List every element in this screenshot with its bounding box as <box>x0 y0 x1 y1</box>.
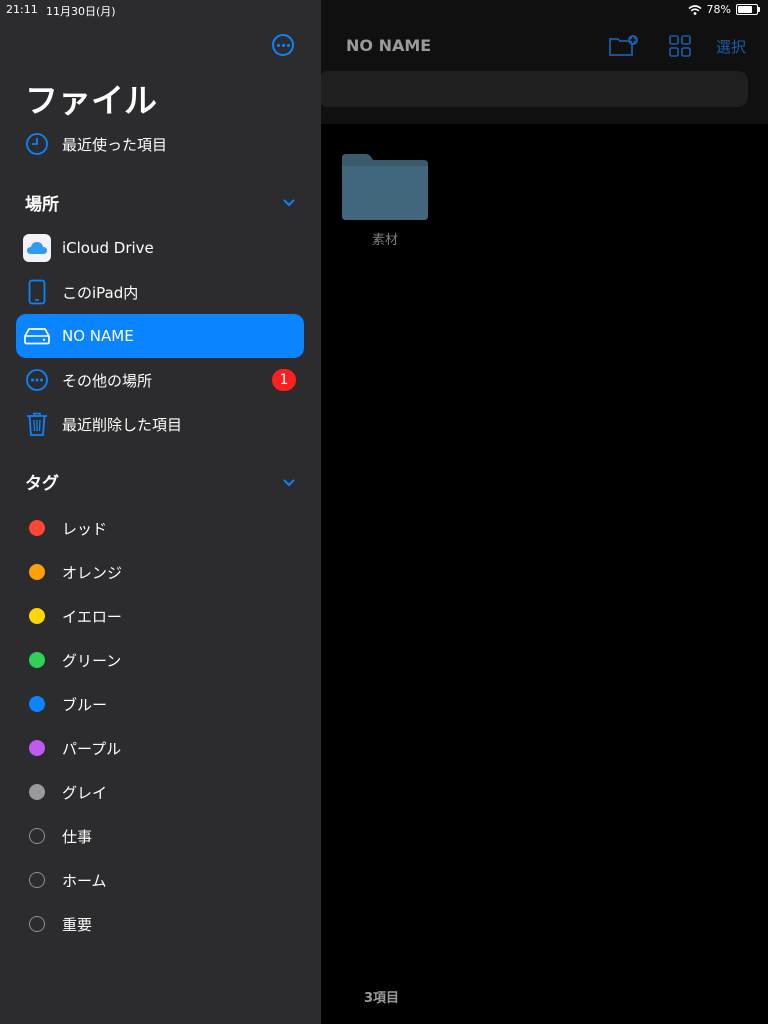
sidebar-item-label: 仕事 <box>62 827 93 846</box>
section-header-tags: タグ <box>25 474 59 494</box>
page-title: NO NAME <box>346 36 432 55</box>
wifi-icon <box>688 4 702 15</box>
sidebar-item-tag[interactable]: ホーム <box>16 858 304 902</box>
sidebar-item-label: ホーム <box>62 871 107 890</box>
icloud-icon <box>22 233 52 263</box>
sidebar-item-label: 重要 <box>62 915 93 934</box>
tag-dot-icon <box>22 909 52 939</box>
sidebar-item-label: オレンジ <box>62 563 123 582</box>
sidebar-item-label: 最近削除した項目 <box>62 415 183 434</box>
grid-view-icon[interactable] <box>669 35 691 57</box>
tag-dot-icon <box>22 513 52 543</box>
tag-dot-icon <box>22 777 52 807</box>
sidebar-item-other-locations[interactable]: その他の場所 1 <box>16 358 304 402</box>
sidebar-item-tag[interactable]: グレイ <box>16 770 304 814</box>
sidebar-item-icloud-drive[interactable]: iCloud Drive <box>16 226 304 270</box>
tag-dot-icon <box>22 601 52 631</box>
drive-icon <box>22 321 52 351</box>
section-header-locations: 場所 <box>25 195 59 215</box>
status-bar: 21:11 11月30日(月) 78% <box>0 0 768 20</box>
sidebar-item-tag[interactable]: 重要 <box>16 902 304 946</box>
sidebar-item-label: NO NAME <box>62 327 134 345</box>
battery-icon <box>736 4 760 15</box>
more-locations-icon <box>22 365 52 395</box>
sidebar-item-tag[interactable]: レッド <box>16 506 304 550</box>
status-time: 21:11 <box>6 3 38 16</box>
trash-icon <box>22 409 52 439</box>
tag-dot-icon <box>22 733 52 763</box>
battery-percent: 78% <box>706 3 731 16</box>
sidebar-item-tag[interactable]: パープル <box>16 726 304 770</box>
item-count: 3項目 <box>364 991 400 1006</box>
sidebar-item-tag[interactable]: イエロー <box>16 594 304 638</box>
sidebar-item-label: レッド <box>62 519 108 538</box>
tag-dot-icon <box>22 865 52 895</box>
tag-dot-icon <box>22 689 52 719</box>
sidebar-item-label: イエロー <box>62 607 122 626</box>
tag-dot-icon <box>22 557 52 587</box>
sidebar-item-on-my-ipad[interactable]: このiPad内 <box>16 270 304 314</box>
select-button[interactable]: 選択 <box>716 36 746 57</box>
sidebar-title: ファイル <box>25 81 157 120</box>
sidebar-item-label: パープル <box>62 739 122 758</box>
sidebar-item-label: このiPad内 <box>62 283 139 302</box>
notification-badge: 1 <box>272 369 296 391</box>
clock-icon <box>22 129 52 159</box>
sidebar-item-tag[interactable]: グリーン <box>16 638 304 682</box>
status-date: 11月30日(月) <box>46 5 116 18</box>
sidebar-item-tag[interactable]: オレンジ <box>16 550 304 594</box>
sidebar-item-tag[interactable]: 仕事 <box>16 814 304 858</box>
chevron-down-icon[interactable] <box>280 473 298 491</box>
sidebar-item-label: その他の場所 <box>62 371 153 390</box>
tag-dot-icon <box>22 645 52 675</box>
folder-label: 素材 <box>371 233 398 248</box>
sidebar-item-label: グリーン <box>62 651 122 670</box>
search-field[interactable] <box>318 71 748 107</box>
tag-dot-icon <box>22 821 52 851</box>
sidebar-item-label: ブルー <box>62 695 108 714</box>
more-options-icon[interactable] <box>272 34 294 56</box>
sidebar-item-label: グレイ <box>62 783 108 802</box>
folder-icon[interactable] <box>342 152 428 222</box>
sidebar-item-label: 最近使った項目 <box>62 135 168 154</box>
sidebar: ファイル 最近使った項目 場所 iCloud Drive このiPad内 NO … <box>0 0 321 1024</box>
sidebar-item-label: iCloud Drive <box>62 239 154 257</box>
new-folder-icon[interactable] <box>608 34 638 58</box>
sidebar-item-recents[interactable]: 最近使った項目 <box>16 122 304 166</box>
sidebar-item-recently-deleted[interactable]: 最近削除した項目 <box>16 402 304 446</box>
ipad-icon <box>22 277 52 307</box>
sidebar-item-no-name[interactable]: NO NAME <box>16 314 304 358</box>
sidebar-item-tag[interactable]: ブルー <box>16 682 304 726</box>
chevron-down-icon[interactable] <box>280 193 298 211</box>
